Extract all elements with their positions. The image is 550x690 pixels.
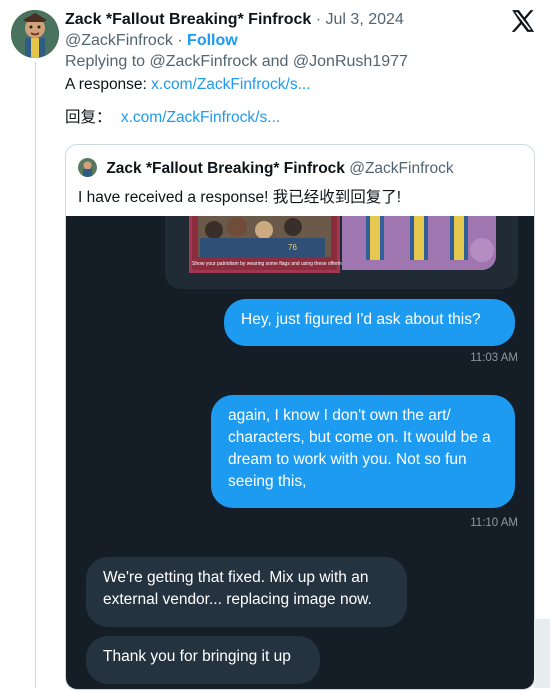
date-separator: · [315, 11, 326, 28]
shared-image-card: 76 Show your patriotism by wearing some … [165, 216, 518, 289]
follow-separator: · [177, 32, 188, 49]
reply-handles[interactable]: @ZackFinfrock and @JonRush1977 [150, 53, 408, 70]
thread-line [35, 62, 36, 688]
sent-message-1[interactable]: Hey, just figured I'd ask about this? [224, 299, 515, 346]
cn-label: 回复： [65, 109, 112, 126]
sent-message-2[interactable]: again, I know I don't own the art/ chara… [211, 395, 515, 508]
tweet-date[interactable]: Jul 3, 2024 [326, 11, 404, 28]
received-message-1[interactable]: We're getting that fixed. Mix up with an… [86, 557, 407, 627]
follow-button[interactable]: Follow [187, 32, 238, 49]
svg-text:76: 76 [288, 243, 297, 252]
message-time-2: 11:10 AM [470, 517, 518, 529]
tweet-header: Zack *Fallout Breaking* Finfrock · Jul 3… [65, 9, 550, 72]
quoted-avatar [78, 158, 97, 177]
quoted-author-name[interactable]: Zack *Fallout Breaking* Finfrock [106, 160, 345, 177]
avatar-icon [11, 10, 59, 58]
x-logo-icon[interactable] [510, 8, 536, 34]
cn-link[interactable]: x.com/ZackFinfrock/s... [121, 109, 280, 126]
author-handle[interactable]: @ZackFinfrock [65, 32, 173, 49]
dm-screenshot: 76 Show your patriotism by wearing some … [66, 216, 534, 689]
response-line: A response: x.com/ZackFinfrock/s... [65, 76, 311, 94]
author-name[interactable]: Zack *Fallout Breaking* Finfrock [65, 11, 311, 28]
avatar[interactable] [11, 10, 59, 58]
quoted-header: Zack *Fallout Breaking* Finfrock @ZackFi… [78, 158, 454, 178]
cn-response-line: 回复： x.com/ZackFinfrock/s... [65, 105, 280, 127]
quoted-text: I have received a response! 我已经收到回复了! [78, 189, 402, 206]
replying-label: Replying to [65, 53, 146, 70]
vault-image [342, 216, 496, 270]
received-message-2[interactable]: Thank you for bringing it up [86, 636, 320, 684]
quoted-handle[interactable]: @ZackFinfrock [349, 160, 453, 177]
quoted-tweet-card[interactable]: Zack *Fallout Breaking* Finfrock @ZackFi… [65, 144, 535, 690]
gray-page-edge [534, 619, 550, 688]
image-caption: Show your patriotism by wearing some fla… [192, 261, 349, 267]
message-time-1: 11:03 AM [470, 352, 518, 364]
response-link[interactable]: x.com/ZackFinfrock/s... [151, 76, 310, 93]
response-label: A response: [65, 76, 147, 93]
